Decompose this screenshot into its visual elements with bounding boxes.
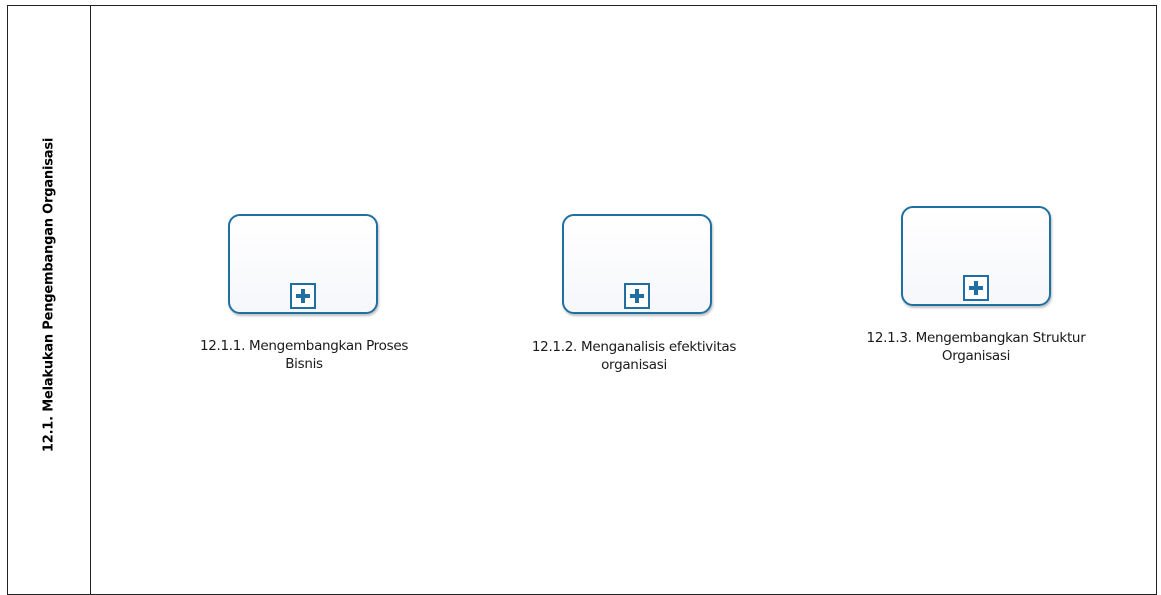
subprocess-expand-marker[interactable] — [963, 275, 989, 301]
plus-icon — [969, 281, 983, 295]
subprocess-task-12-1-3[interactable] — [901, 206, 1051, 306]
task-label-12-1-2: 12.1.2. Menganalisis efektivitas organis… — [489, 338, 779, 374]
task-label-line2: organisasi — [601, 357, 667, 373]
subprocess-expand-marker[interactable] — [290, 283, 316, 309]
task-label-line1: 12.1.2. Menganalisis efektivitas — [531, 339, 737, 355]
task-label-line2: Organisasi — [941, 348, 1011, 364]
task-label-line1: 12.1.1. Mengembangkan Proses — [199, 338, 409, 354]
subprocess-expand-marker[interactable] — [624, 283, 650, 309]
plus-icon — [296, 289, 310, 303]
lane-title: 12.1. Melakukan Pengembangan Organisasi — [41, 137, 57, 453]
task-label-line2: Bisnis — [285, 356, 323, 372]
task-label-12-1-1: 12.1.1. Mengembangkan Proses Bisnis — [159, 337, 449, 373]
subprocess-task-12-1-2[interactable] — [562, 214, 712, 314]
task-label-line1: 12.1.3. Mengembangkan Struktur — [866, 330, 1086, 346]
task-label-12-1-3: 12.1.3. Mengembangkan Struktur Organisas… — [831, 329, 1121, 365]
plus-icon — [630, 289, 644, 303]
subprocess-task-12-1-1[interactable] — [228, 214, 378, 314]
